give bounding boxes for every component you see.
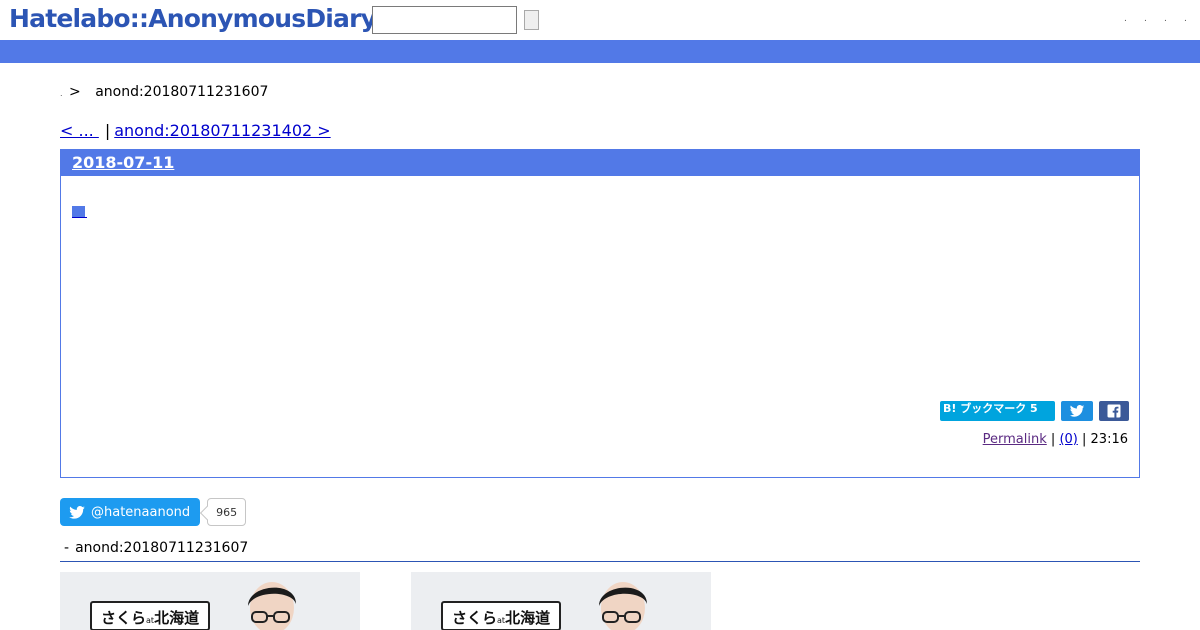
search-button[interactable] (524, 10, 539, 30)
section-anchor-link[interactable] (72, 204, 87, 218)
hatena-bookmark-button[interactable]: B! ブックマーク 5 (940, 401, 1055, 421)
site-header: Hatelabo::AnonymousDiary . . . . (0, 0, 1200, 40)
header-link-3[interactable]: . (1164, 14, 1170, 24)
ad-label: さくらat北海道 (441, 601, 562, 630)
breadcrumb-separator: > (69, 84, 81, 100)
person-photo (248, 582, 296, 630)
site-logo[interactable]: Hatelabo::AnonymousDiary (9, 4, 377, 33)
facebook-share-button[interactable] (1099, 401, 1129, 421)
footer-separator-1: | (1050, 432, 1056, 447)
header-link-2[interactable]: . (1144, 14, 1150, 24)
twitter-bird-icon (69, 505, 85, 519)
search-input[interactable] (372, 6, 517, 34)
twitter-handle: @hatenaanond (91, 504, 191, 520)
related-heading: - anond:20180711231607 (60, 540, 1140, 562)
twitter-bird-icon (1069, 405, 1085, 417)
breadcrumb-root[interactable]: . (60, 89, 63, 98)
entry-pager: < ... | anond:20180711231402 > (60, 121, 331, 140)
permalink-link[interactable]: Permalink (983, 432, 1047, 447)
diary-entry: 2018-07-11 B! ブックマーク 5 Permalink | (0) |… (60, 149, 1140, 478)
ad-image[interactable]: さくらat北海道 (60, 572, 360, 630)
next-entry-link[interactable]: anond:20180711231402 > (114, 121, 330, 140)
header-link-1[interactable]: . (1124, 14, 1130, 24)
related-dash: - (64, 540, 70, 556)
facebook-f-icon (1107, 404, 1121, 418)
entry-date-bar: 2018-07-11 (61, 150, 1139, 176)
twitter-follow-button[interactable]: @hatenaanond (60, 498, 201, 526)
person-photo (599, 582, 647, 630)
comments-link[interactable]: (0) (1059, 432, 1077, 447)
breadcrumb-current: anond:20180711231607 (95, 84, 269, 100)
related-title: anond:20180711231607 (75, 540, 249, 556)
tweet-share-button[interactable] (1061, 401, 1093, 421)
section-square-icon (72, 206, 85, 217)
breadcrumb: . > anond:20180711231607 (60, 84, 268, 100)
entry-time: 23:16 (1090, 432, 1128, 447)
header-link-4[interactable]: . (1184, 14, 1190, 24)
follower-count[interactable]: 965 (207, 498, 247, 526)
ad-label: さくらat北海道 (90, 601, 211, 630)
prev-entry-link[interactable]: < ... (60, 121, 99, 140)
header-bar (0, 40, 1200, 63)
pager-separator: | (104, 121, 111, 140)
header-links: . . . . (1124, 14, 1190, 24)
ad-image[interactable]: さくらat北海道 (411, 572, 711, 630)
share-buttons: B! ブックマーク 5 (940, 401, 1129, 421)
twitter-follow-widget: @hatenaanond 965 (60, 498, 247, 526)
footer-separator-2: | (1082, 432, 1087, 447)
entry-date-link[interactable]: 2018-07-11 (72, 153, 174, 172)
entry-footer: Permalink | (0) | 23:16 (983, 432, 1128, 447)
